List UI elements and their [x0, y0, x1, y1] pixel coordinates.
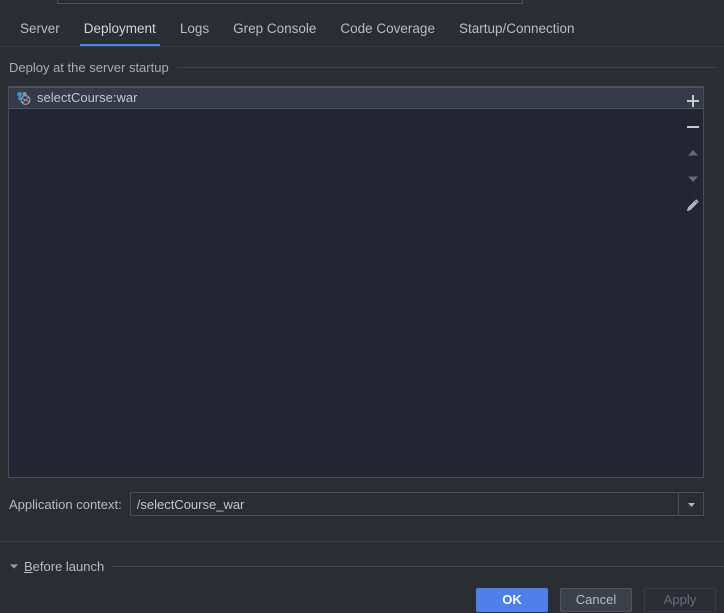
- tab-code-coverage[interactable]: Code Coverage: [328, 21, 447, 46]
- tab-bar: Server Deployment Logs Grep Console Code…: [0, 10, 724, 46]
- list-item-label: selectCourse:war: [37, 90, 138, 105]
- tab-label: Code Coverage: [340, 21, 435, 36]
- artifact-war-icon: [15, 90, 31, 106]
- application-context-label: Application context:: [9, 496, 122, 512]
- before-launch-label: Before launch: [24, 559, 112, 574]
- tab-startup-connection[interactable]: Startup/Connection: [447, 21, 587, 46]
- collapse-triangle-icon[interactable]: [8, 560, 20, 572]
- tab-label: Startup/Connection: [458, 21, 575, 36]
- remove-button[interactable]: [679, 114, 706, 140]
- application-context-input[interactable]: [130, 493, 678, 515]
- plus-icon: [686, 94, 700, 108]
- before-launch-rule: [112, 565, 724, 567]
- ok-button-label: OK: [502, 592, 522, 607]
- header-rule: [176, 67, 716, 68]
- list-toolbar: [677, 86, 708, 478]
- deploy-section-title: Deploy at the server startup: [9, 60, 169, 75]
- tab-bar-divider: [0, 46, 724, 47]
- dialog-button-bar: OK Cancel Apply: [0, 586, 724, 613]
- move-up-button[interactable]: [679, 140, 706, 166]
- cancel-button[interactable]: Cancel: [560, 587, 632, 612]
- tab-label: Server: [20, 21, 60, 36]
- tab-logs[interactable]: Logs: [168, 21, 221, 46]
- chevron-down-icon[interactable]: [678, 493, 703, 515]
- tab-label: Deployment: [83, 21, 156, 36]
- tab-label: Logs: [179, 21, 210, 36]
- apply-button[interactable]: Apply: [644, 587, 716, 612]
- pencil-icon: [685, 198, 700, 213]
- before-launch-section[interactable]: Before launch: [8, 557, 724, 575]
- before-launch-label-rest: efore launch: [32, 558, 105, 574]
- deploy-section-header: Deploy at the server startup: [9, 59, 716, 76]
- before-launch-mnemonic: B: [24, 558, 33, 574]
- apply-button-label: Apply: [663, 592, 697, 607]
- tab-label: Grep Console: [233, 21, 317, 36]
- application-context-combobox[interactable]: [129, 492, 704, 516]
- deployment-artifact-list[interactable]: selectCourse:war: [8, 86, 704, 478]
- section-separator: [0, 541, 724, 542]
- list-item[interactable]: selectCourse:war: [9, 87, 703, 109]
- minus-icon: [686, 120, 700, 134]
- add-button[interactable]: [679, 88, 706, 114]
- cancel-button-label: Cancel: [575, 592, 617, 607]
- edit-button[interactable]: [679, 192, 706, 218]
- clipped-field-above: [57, 0, 523, 4]
- application-context-row: Application context:: [9, 492, 704, 516]
- move-down-button[interactable]: [679, 166, 706, 192]
- ok-button[interactable]: OK: [476, 587, 548, 612]
- arrow-down-icon: [686, 172, 700, 186]
- tab-deployment[interactable]: Deployment: [72, 21, 168, 46]
- arrow-up-icon: [686, 146, 700, 160]
- tab-server[interactable]: Server: [8, 21, 72, 46]
- tab-grep-console[interactable]: Grep Console: [221, 21, 328, 46]
